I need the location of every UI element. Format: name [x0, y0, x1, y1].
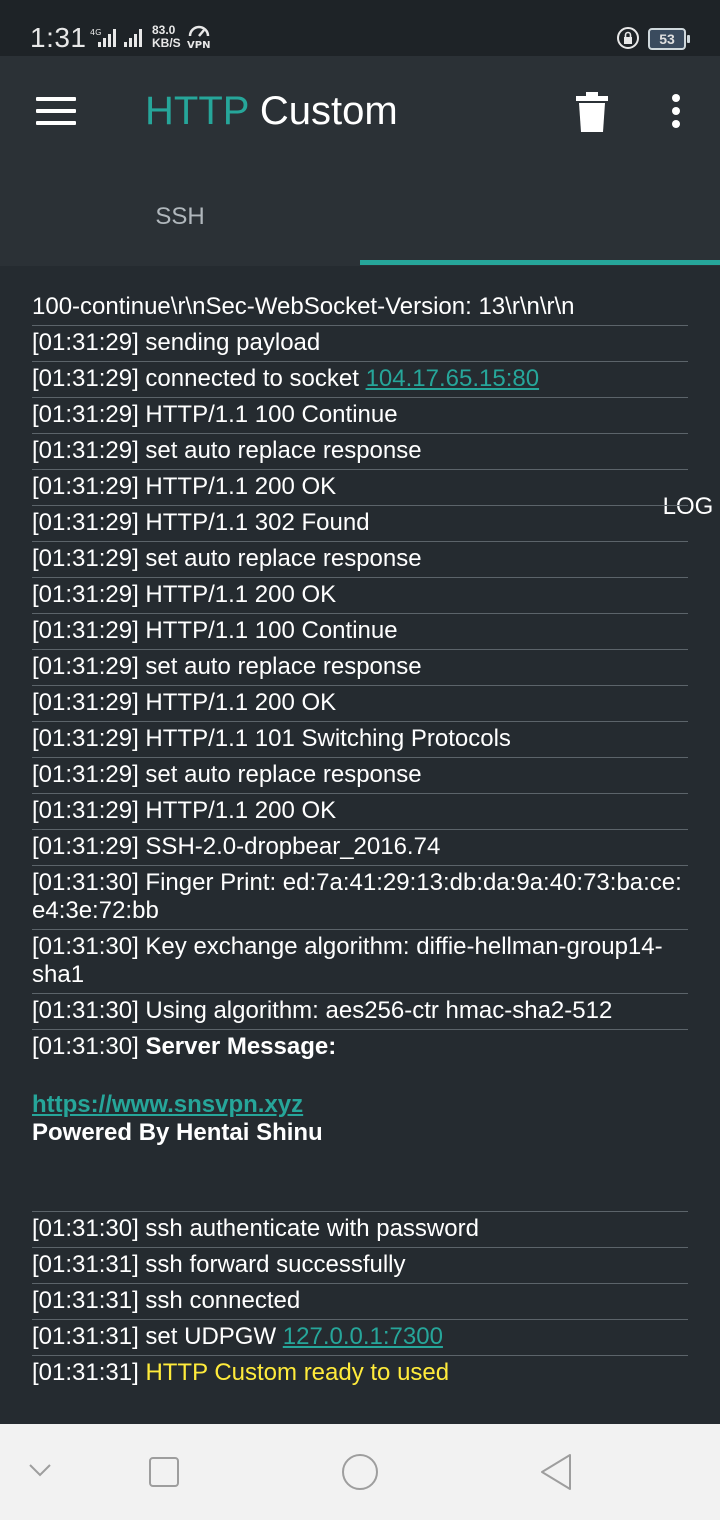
log-line: [01:31:31] HTTP Custom ready to used	[32, 1356, 688, 1391]
log-text: [01:31:31] set UDPGW	[32, 1323, 283, 1350]
log-text: [01:31:31]	[32, 1359, 146, 1386]
log-text: [01:31:29] connected to socket	[32, 365, 366, 392]
tab-ssh[interactable]: SSH	[0, 168, 360, 266]
log-line: [01:31:29] set auto replace response	[32, 542, 688, 578]
app-title-rest: Custom	[248, 89, 398, 133]
network-speed-unit: KB/S	[152, 36, 181, 50]
log-line: [01:31:29] SSH-2.0-dropbear_2016.74	[32, 830, 688, 866]
ready-status-text: HTTP Custom ready to used	[145, 1359, 450, 1386]
log-line: [01:31:29] set auto replace response	[32, 650, 688, 686]
network-type-label: 4G	[90, 28, 101, 37]
app-title: HTTP Custom	[145, 89, 398, 134]
log-text: [01:31:30]	[32, 1033, 146, 1060]
status-time: 1:31	[30, 22, 87, 53]
log-line: [01:31:29] HTTP/1.1 302 Found	[32, 506, 688, 542]
log-list[interactable]: 100-continue\r\nSec-WebSocket-Version: 1…	[32, 290, 688, 1391]
home-circle-icon[interactable]	[340, 1452, 380, 1492]
signal-bars-icon	[124, 29, 142, 47]
log-line: [01:31:29] HTTP/1.1 200 OK	[32, 686, 688, 722]
log-line: [01:31:31] set UDPGW 127.0.0.1:7300	[32, 1320, 688, 1356]
chevron-down-icon[interactable]	[28, 1462, 52, 1478]
rotation-lock-icon	[617, 27, 639, 49]
server-powered-by: Powered By Hentai Shinu	[32, 1119, 323, 1146]
recents-square-icon[interactable]	[148, 1456, 180, 1488]
battery-indicator: 53	[648, 28, 690, 50]
more-vert-icon[interactable]	[665, 94, 687, 132]
log-line: [01:31:31] ssh connected	[32, 1284, 688, 1320]
log-line-server-message: [01:31:30] Server Message: https://www.s…	[32, 1030, 688, 1212]
menu-icon[interactable]	[36, 97, 76, 127]
log-line: [01:31:29] set auto replace response	[32, 434, 688, 470]
log-line: [01:31:29] HTTP/1.1 200 OK	[32, 794, 688, 830]
socket-address-link[interactable]: 104.17.65.15:80	[366, 365, 540, 392]
signal-4g-icon: 4G	[90, 28, 116, 47]
trash-icon[interactable]	[576, 92, 608, 132]
log-line: [01:31:29] HTTP/1.1 200 OK	[32, 470, 688, 506]
log-line: [01:31:29] HTTP/1.1 100 Continue	[32, 614, 688, 650]
log-line: 100-continue\r\nSec-WebSocket-Version: 1…	[32, 290, 688, 326]
log-line: [01:31:30] Finger Print: ed:7a:41:29:13:…	[32, 866, 688, 930]
log-line: [01:31:30] ssh authenticate with passwor…	[32, 1212, 688, 1248]
udpgw-address-link[interactable]: 127.0.0.1:7300	[283, 1323, 443, 1350]
vpn-icon: VPN	[187, 25, 210, 50]
network-speed: 83.0 KB/S	[152, 24, 181, 50]
tab-bar: SSH LOG	[0, 168, 720, 520]
log-line: [01:31:31] ssh forward successfully	[32, 1248, 688, 1284]
app-title-accent: HTTP	[145, 89, 249, 133]
app-bar: HTTP Custom	[0, 56, 720, 168]
log-line: [01:31:30] Using algorithm: aes256-ctr h…	[32, 994, 688, 1030]
server-website-link[interactable]: https://www.snsvpn.xyz	[32, 1091, 303, 1118]
log-line: [01:31:29] connected to socket 104.17.65…	[32, 362, 688, 398]
log-line: [01:31:29] set auto replace response	[32, 758, 688, 794]
back-triangle-icon[interactable]	[538, 1452, 574, 1492]
tab-indicator	[360, 260, 720, 265]
log-line: [01:31:29] sending payload	[32, 326, 688, 362]
log-line: [01:31:30] Key exchange algorithm: diffi…	[32, 930, 688, 994]
log-line: [01:31:29] HTTP/1.1 200 OK	[32, 578, 688, 614]
log-line: [01:31:29] HTTP/1.1 101 Switching Protoc…	[32, 722, 688, 758]
system-navigation-bar	[0, 1424, 720, 1520]
vpn-label: VPN	[187, 40, 210, 50]
server-message-label: Server Message:	[145, 1033, 337, 1060]
log-line: [01:31:29] HTTP/1.1 100 Continue	[32, 398, 688, 434]
